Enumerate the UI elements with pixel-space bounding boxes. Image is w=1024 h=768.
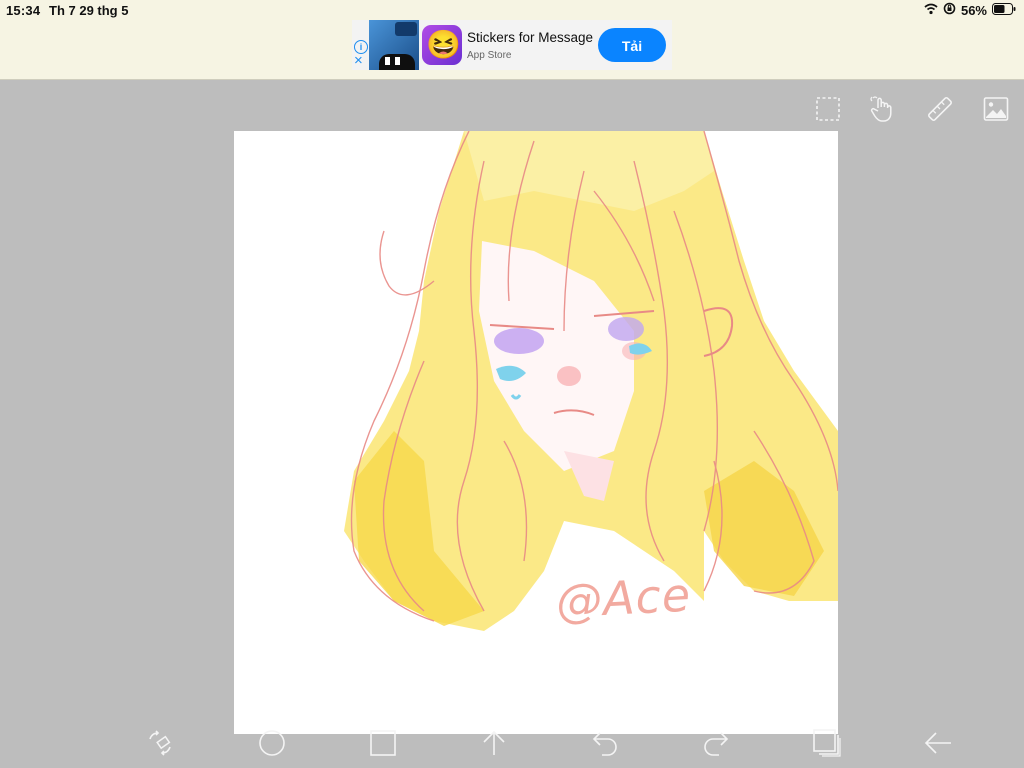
ad-app-icon[interactable]: 😆 [422, 25, 462, 65]
redo-icon[interactable] [699, 726, 733, 760]
status-date: Th 7 29 thg 5 [49, 3, 129, 18]
ad-thumbnail[interactable] [369, 20, 419, 70]
laughing-emoji-icon: 😆 [426, 29, 461, 60]
selection-marquee-icon[interactable] [813, 94, 843, 124]
undo-icon[interactable] [588, 726, 622, 760]
ellipse-tool-icon[interactable] [255, 726, 289, 760]
ad-card[interactable]: i × 😆 Stickers for Message App Store Tải [352, 20, 672, 70]
artist-signature: @Ace [554, 567, 693, 629]
ad-close-icon[interactable]: × [354, 53, 363, 68]
arrow-up-icon[interactable] [477, 726, 511, 760]
orientation-lock-icon [943, 2, 956, 18]
layers-icon[interactable] [810, 726, 844, 760]
image-icon[interactable] [981, 94, 1011, 124]
ruler-icon[interactable] [925, 94, 955, 124]
hand-gesture-icon[interactable] [868, 94, 898, 124]
top-toolbar [0, 94, 1024, 124]
battery-icon [992, 2, 1016, 18]
ad-banner: i × 😆 Stickers for Message App Store Tải [0, 20, 1024, 80]
ad-title[interactable]: Stickers for Message [467, 30, 593, 45]
wifi-icon [924, 3, 938, 18]
transform-icon[interactable] [143, 726, 177, 760]
ad-subtitle: App Store [467, 50, 512, 61]
back-arrow-icon[interactable] [921, 726, 955, 760]
battery-percent: 56% [960, 2, 987, 18]
rectangle-tool-icon[interactable] [366, 726, 400, 760]
drawing-canvas[interactable]: @Ace [234, 131, 838, 734]
bottom-toolbar [0, 722, 1024, 762]
status-bar: 15:34 Th 7 29 thg 5 56% [0, 0, 1024, 20]
status-indicators: 56% [924, 2, 1016, 18]
status-time: 15:34 [6, 3, 41, 18]
artwork-illustration [344, 131, 838, 631]
ad-download-button[interactable]: Tải [598, 28, 666, 62]
